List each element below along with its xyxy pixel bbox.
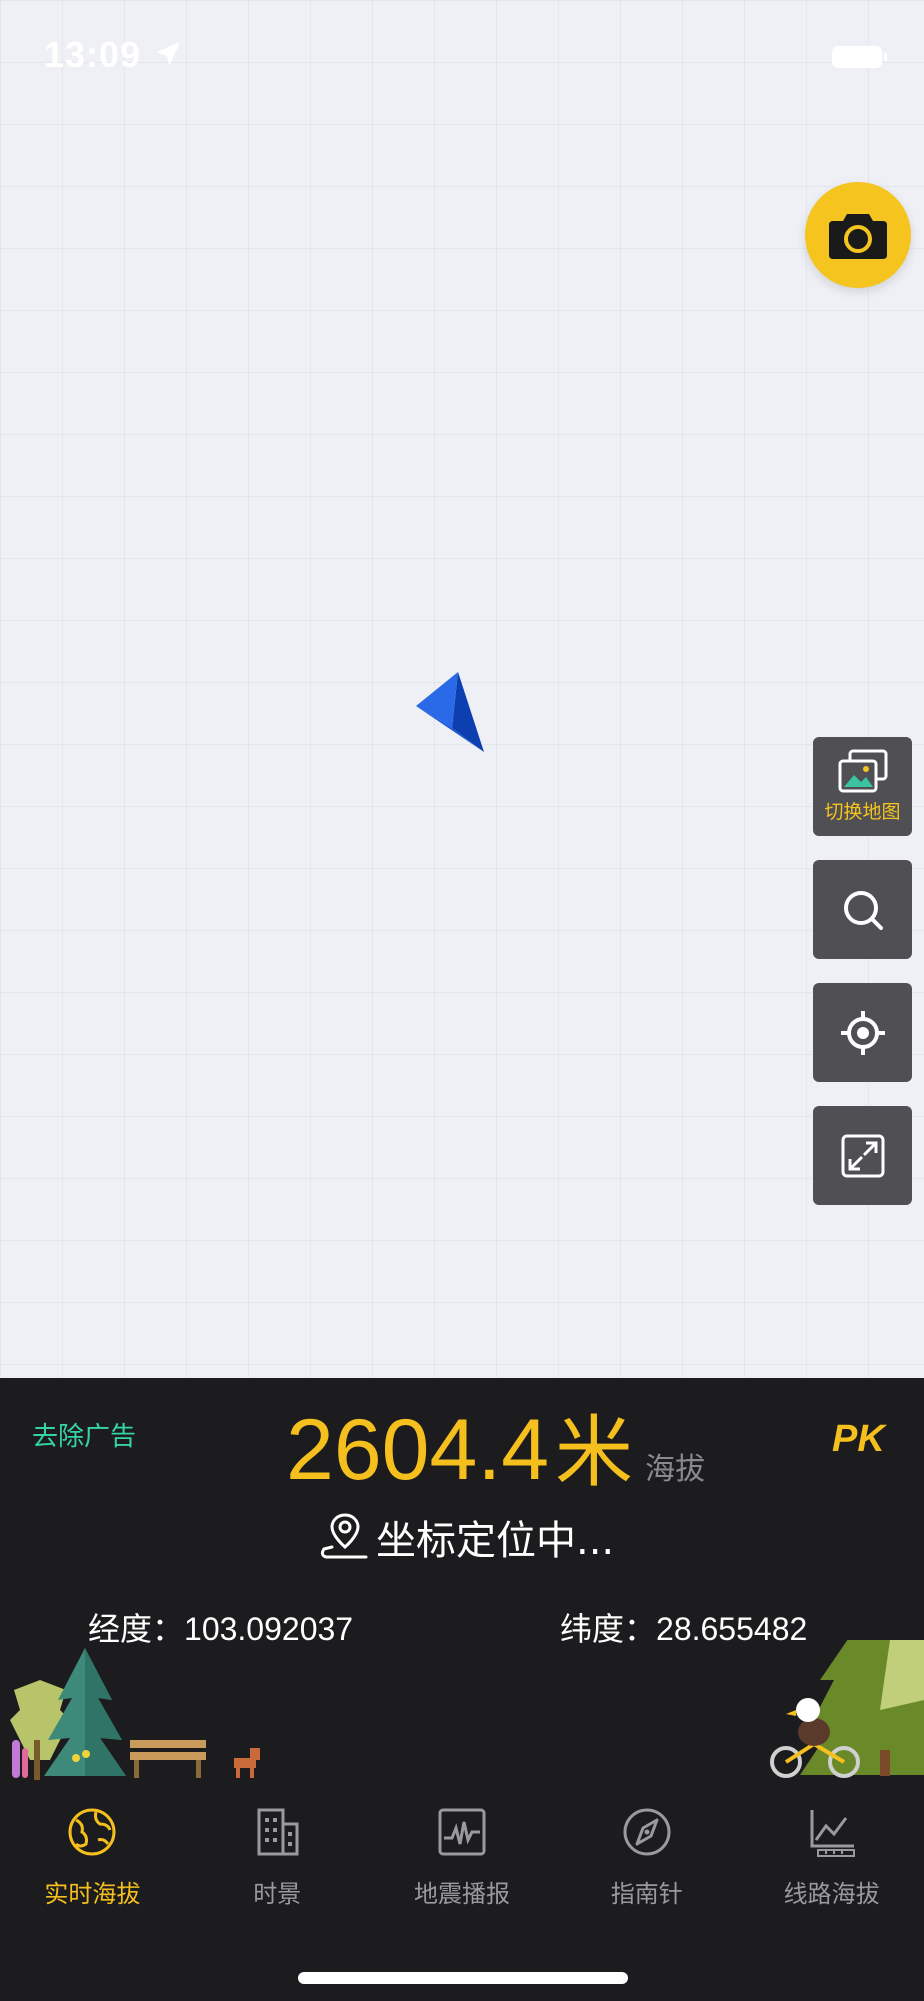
location-status: 坐标定位中... [318, 1508, 614, 1566]
map-view[interactable]: 13:09 切换地图 [0, 0, 924, 1378]
dog-icon [234, 1748, 260, 1778]
tab-label: 时景 [253, 1880, 302, 1908]
camera-button[interactable] [805, 182, 911, 288]
status-time: 13:09 [44, 34, 142, 75]
compass-icon [623, 1808, 671, 1856]
navigation-arrow-icon [416, 672, 484, 752]
tab-realtime-altitude[interactable]: 实时海拔 [0, 1792, 185, 1922]
expand-icon [841, 1134, 884, 1177]
seismograph-icon [438, 1808, 486, 1856]
bench-icon [130, 1740, 206, 1778]
switch-map-button[interactable]: 切换地图 [813, 737, 912, 836]
tab-timescape[interactable]: 时景 [185, 1792, 370, 1922]
home-indicator[interactable] [298, 1972, 628, 1984]
battery-icon [832, 46, 887, 68]
remove-ad-link[interactable]: 去除广告 [32, 1416, 136, 1453]
altitude-label: 海拔 [645, 1452, 706, 1487]
search-icon [843, 890, 883, 930]
altitude-value: 2604.4 [286, 1402, 550, 1498]
altitude-panel: 去除广告 2604.4 米 海拔 PK 坐标定位中... 经度：103.0920… [0, 1378, 924, 2001]
tab-compass[interactable]: 指南针 [554, 1792, 739, 1922]
locate-icon [840, 1010, 885, 1055]
status-bar: 13:09 [0, 0, 924, 110]
tab-earthquake[interactable]: 地震播报 [370, 1792, 555, 1922]
tab-route-altitude[interactable]: 线路海拔 [739, 1792, 924, 1922]
fullscreen-button[interactable] [813, 1106, 912, 1205]
tab-bar: 实时海拔 时景 地震播报 指南针 线路海拔 [0, 1792, 924, 1922]
tab-label: 指南针 [610, 1880, 683, 1908]
search-button[interactable] [813, 860, 912, 959]
route-chart-icon [810, 1810, 855, 1857]
scenery-illustration [10, 1640, 924, 1780]
tab-label: 地震播报 [413, 1880, 510, 1908]
tab-label: 线路海拔 [783, 1880, 880, 1908]
location-status-text: 坐标定位中... [376, 1518, 615, 1564]
gallery-icon [838, 749, 887, 793]
altitude-unit: 米 [555, 1408, 634, 1498]
altitude-readout: 2604.4 米 海拔 [286, 1390, 705, 1502]
location-arrow-icon [156, 42, 180, 66]
locate-button[interactable] [813, 983, 912, 1082]
camera-icon [829, 214, 887, 259]
tab-label: 实时海拔 [44, 1880, 141, 1908]
switch-map-label: 切换地图 [824, 801, 901, 823]
pk-button[interactable]: PK [832, 1418, 885, 1461]
map-pin-icon [320, 1513, 368, 1559]
globe-icon [68, 1808, 116, 1856]
building-icon [257, 1808, 299, 1856]
